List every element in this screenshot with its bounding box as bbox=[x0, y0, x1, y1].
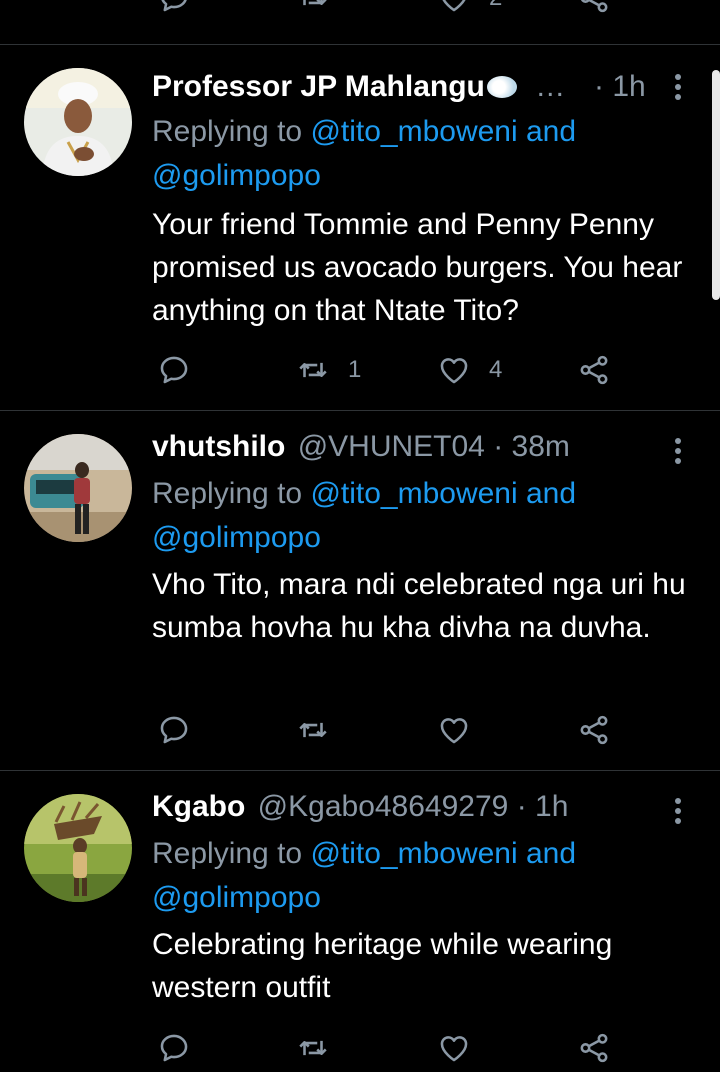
mention-link[interactable]: @golimpopo bbox=[152, 521, 321, 554]
more-icon[interactable] bbox=[673, 74, 683, 104]
more-icon[interactable] bbox=[673, 438, 683, 468]
reply-action[interactable] bbox=[157, 350, 191, 390]
like-icon bbox=[437, 0, 471, 15]
tweet-header: vhutshilo @VHUNET04 · 38m bbox=[152, 430, 636, 470]
tweet-time: · 38m bbox=[493, 430, 570, 463]
mention-link[interactable]: @golimpopo bbox=[152, 159, 321, 192]
retweet-action[interactable]: 1 bbox=[296, 350, 361, 390]
tweet-actions: 1 4 bbox=[152, 350, 622, 390]
share-icon bbox=[577, 0, 611, 15]
author-handle: @VHUNET04 bbox=[297, 430, 485, 463]
more-icon[interactable] bbox=[673, 798, 683, 828]
replying-to: Replying to @tito_mboweni and @golimpopo bbox=[152, 837, 577, 914]
retweet-count: 1 bbox=[348, 356, 362, 383]
reply-icon bbox=[157, 0, 191, 15]
retweet-action[interactable] bbox=[296, 0, 330, 18]
retweet-action[interactable] bbox=[296, 1028, 330, 1068]
retweet-icon bbox=[296, 0, 330, 15]
share-action[interactable] bbox=[577, 350, 611, 390]
retweet-icon bbox=[296, 1031, 330, 1065]
like-action[interactable]: 4 bbox=[437, 350, 502, 390]
share-icon bbox=[577, 1031, 611, 1065]
author-name[interactable]: Professor JP Mahlangu bbox=[152, 70, 485, 103]
tweet-header: Kgabo @Kgabo48649279 · 1h bbox=[152, 790, 636, 830]
retweet-icon bbox=[296, 353, 330, 387]
like-icon bbox=[437, 1031, 471, 1065]
tweet-text: Celebrating heritage while wearing weste… bbox=[152, 928, 613, 1004]
avatar[interactable] bbox=[24, 434, 132, 542]
tweet-actions bbox=[152, 1028, 622, 1068]
mention-link[interactable]: @tito_mboweni bbox=[310, 115, 517, 148]
reply-action[interactable] bbox=[157, 1028, 191, 1068]
tweet-text: Your friend Tommie and Penny Penny promi… bbox=[152, 208, 683, 327]
scrollbar[interactable] bbox=[712, 70, 720, 300]
previous-tweet-actions: 2 bbox=[152, 0, 622, 18]
like-action[interactable] bbox=[437, 1028, 471, 1068]
like-action[interactable] bbox=[437, 710, 471, 750]
mention-link[interactable]: @golimpopo bbox=[152, 881, 321, 914]
share-action[interactable] bbox=[577, 0, 611, 18]
retweet-icon bbox=[296, 713, 330, 747]
reply-icon bbox=[157, 1031, 191, 1065]
reply-icon bbox=[157, 713, 191, 747]
author-name[interactable]: Kgabo bbox=[152, 790, 245, 823]
reply-action[interactable] bbox=[157, 0, 191, 18]
tweet-header: Professor JP Mahlangu … bbox=[152, 70, 636, 110]
like-icon bbox=[437, 713, 471, 747]
tweet-reply[interactable]: Kgabo @Kgabo48649279 · 1h Replying to @t… bbox=[0, 770, 720, 1072]
tweet-time: · 1h bbox=[594, 70, 646, 103]
like-icon bbox=[437, 353, 471, 387]
tweet-time: · 1h bbox=[516, 790, 569, 823]
share-icon bbox=[577, 353, 611, 387]
author-handle: … bbox=[535, 70, 566, 103]
tweet-reply[interactable]: Professor JP Mahlangu … · 1h Replying to… bbox=[0, 44, 720, 410]
avatar[interactable] bbox=[24, 68, 132, 176]
mention-link[interactable]: @tito_mboweni bbox=[310, 477, 517, 510]
like-count: 2 bbox=[489, 0, 502, 12]
author-name[interactable]: vhutshilo bbox=[152, 430, 285, 463]
share-action[interactable] bbox=[577, 710, 611, 750]
author-handle: @Kgabo48649279 bbox=[257, 790, 509, 823]
replying-to: Replying to @tito_mboweni and @golimpopo bbox=[152, 115, 577, 192]
share-action[interactable] bbox=[577, 1028, 611, 1068]
share-icon bbox=[577, 713, 611, 747]
replying-to: Replying to @tito_mboweni and @golimpopo bbox=[152, 477, 577, 554]
tweet-reply[interactable]: vhutshilo @VHUNET04 · 38m Replying to @t… bbox=[0, 410, 720, 770]
retweet-action[interactable] bbox=[296, 710, 330, 750]
avatar[interactable] bbox=[24, 794, 132, 902]
reply-action[interactable] bbox=[157, 710, 191, 750]
tweet-text: Vho Tito, mara ndi celebrated nga uri hu… bbox=[152, 568, 686, 644]
reply-icon bbox=[157, 353, 191, 387]
like-action[interactable]: 2 bbox=[437, 0, 502, 18]
like-count: 4 bbox=[489, 356, 503, 383]
emoji-icon bbox=[486, 76, 517, 98]
mention-link[interactable]: @tito_mboweni bbox=[310, 837, 517, 870]
tweet-actions bbox=[152, 710, 622, 750]
